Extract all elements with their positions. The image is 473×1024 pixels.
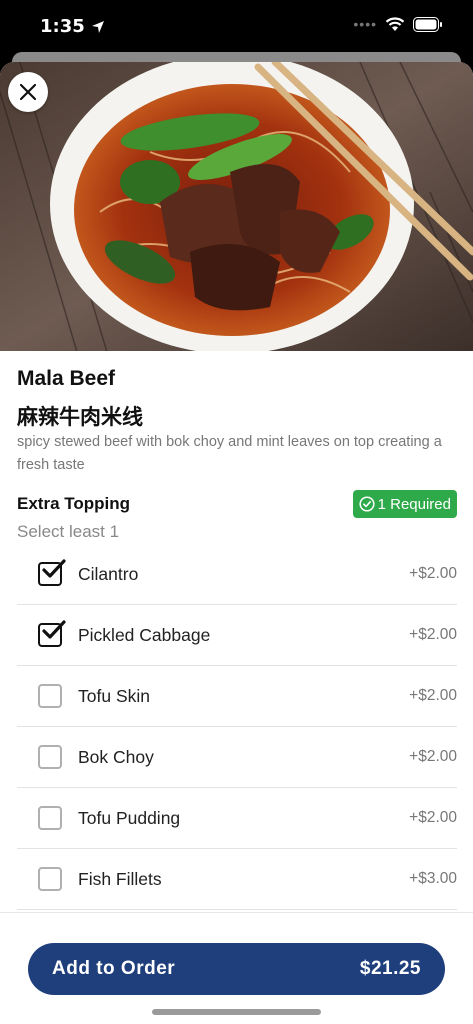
wifi-icon [385,16,405,31]
topping-option-price: +$3.00 [409,870,457,887]
selection-hint: Select least 1 [17,522,120,541]
checkbox-checked[interactable] [38,559,66,586]
status-bar: 1:35 •••• [0,0,473,52]
topping-option[interactable]: Cilantro +$2.00 [17,544,457,605]
topping-option-price: +$2.00 [409,809,457,826]
checkbox-unchecked[interactable] [38,806,62,830]
status-time: 1:35 [40,16,105,37]
topping-option-price: +$2.00 [409,748,457,765]
topping-option-price: +$2.00 [409,687,457,704]
topping-option[interactable]: Pickled Cabbage +$2.00 [17,605,457,666]
check-circle-icon [359,496,375,512]
topping-option-label: Cilantro [78,563,139,584]
required-label: 1 Required [377,495,451,513]
checkbox-unchecked[interactable] [38,684,62,708]
topping-section-header: Extra Topping 1 Required [17,490,457,518]
dish-photo [0,62,473,351]
topping-option-label: Bok Choy [78,746,154,767]
topping-option-price: +$2.00 [409,565,457,582]
footer-bar: Add to Order $21.25 [0,912,473,1024]
close-button[interactable] [8,72,48,112]
add-to-order-button[interactable]: Add to Order $21.25 [28,943,445,995]
topping-option[interactable]: Fish Fillets +$3.00 [17,849,457,910]
topping-option[interactable]: Bok Choy +$2.00 [17,727,457,788]
required-badge: 1 Required [352,490,457,518]
section-title: Extra Topping [17,494,131,513]
topping-option-label: Pickled Cabbage [78,624,211,645]
item-name-chinese: 麻辣牛肉米线 [17,405,143,429]
topping-option-price: +$2.00 [409,626,457,643]
order-total: $21.25 [359,958,421,979]
item-detail-sheet: Mala Beef 麻辣牛肉米线 spicy stewed beef with … [0,62,473,1024]
topping-option-label: Tofu Skin [78,685,150,706]
battery-icon [413,16,442,32]
status-icons: •••• [353,16,443,32]
add-to-order-label: Add to Order [52,958,176,979]
checkbox-unchecked[interactable] [38,867,62,891]
signal-icon: •••• [353,16,377,32]
location-arrow-icon [91,20,104,33]
topping-option-label: Fish Fillets [78,868,162,889]
topping-option-label: Tofu Pudding [78,807,181,828]
home-indicator [152,1009,321,1015]
topping-option[interactable]: Tofu Skin +$2.00 [17,666,457,727]
check-icon [42,559,66,578]
close-icon [19,83,37,101]
topping-options-list: Cilantro +$2.00 Pickled Cabbage +$2.00 Tofu … [17,544,457,910]
clock-text: 1:35 [40,16,85,37]
item-description: spicy stewed beef with bok choy and mint… [17,434,442,473]
item-info: Mala Beef 麻辣牛肉米线 spicy stewed beef with … [17,367,457,477]
checkbox-checked[interactable] [38,620,66,647]
topping-option[interactable]: Tofu Pudding +$2.00 [17,788,457,849]
item-name: Mala Beef [17,367,116,390]
check-icon [42,620,66,639]
checkbox-unchecked[interactable] [38,745,62,769]
